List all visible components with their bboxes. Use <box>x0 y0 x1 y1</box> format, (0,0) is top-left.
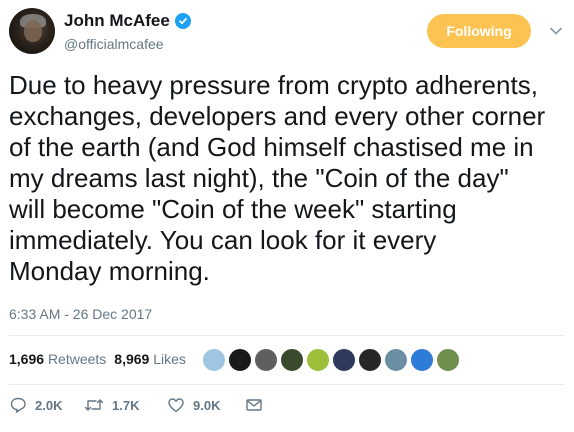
author-name-row[interactable]: John McAfee <box>64 11 191 31</box>
liker-avatar[interactable] <box>280 348 304 372</box>
tweet-text: Due to heavy pressure from crypto adhere… <box>9 70 546 286</box>
chevron-down-icon[interactable] <box>549 24 563 38</box>
direct-message-action[interactable] <box>245 397 263 413</box>
avatar-face <box>24 20 42 42</box>
like-count: 9.0K <box>193 397 221 413</box>
retweets-label: Retweets <box>47 351 107 367</box>
liker-avatar[interactable] <box>436 348 460 372</box>
reply-action[interactable]: 2.0K <box>9 396 84 414</box>
liker-avatar[interactable] <box>332 348 356 372</box>
verified-badge-icon <box>174 13 191 29</box>
heart-icon <box>168 398 184 413</box>
liker-avatar[interactable] <box>254 348 278 372</box>
author-avatar[interactable] <box>9 8 55 54</box>
retweet-icon <box>84 399 104 411</box>
envelope-icon <box>246 399 262 411</box>
tweet-actions: 2.0K 1.7K 9.0K <box>9 396 263 414</box>
divider <box>9 335 565 336</box>
checkmark-icon <box>178 17 187 25</box>
liker-avatar[interactable] <box>306 348 330 372</box>
following-button[interactable]: Following <box>427 14 531 48</box>
like-action[interactable]: 9.0K <box>167 396 245 414</box>
divider <box>9 384 565 385</box>
author-display-name[interactable]: John McAfee <box>64 11 170 31</box>
retweet-action[interactable]: 1.7K <box>84 396 167 414</box>
engagement-stats: 1,696 Retweets 8,969 Likes <box>9 351 186 367</box>
retweets-stat[interactable]: 1,696 Retweets <box>9 351 106 367</box>
liker-avatar[interactable] <box>410 348 434 372</box>
liker-avatar[interactable] <box>384 348 408 372</box>
reply-icon <box>10 397 26 413</box>
likes-label: Likes <box>153 351 186 367</box>
liker-avatar[interactable] <box>202 348 226 372</box>
tweet-timestamp[interactable]: 6:33 AM - 26 Dec 2017 <box>9 306 152 322</box>
likes-stat[interactable]: 8,969 Likes <box>114 351 186 367</box>
liker-avatars <box>202 348 460 372</box>
retweets-count: 1,696 <box>9 351 45 367</box>
liker-avatar[interactable] <box>228 348 252 372</box>
liker-avatar[interactable] <box>358 348 382 372</box>
author-handle[interactable]: @officialmcafee <box>64 36 164 52</box>
likes-count: 8,969 <box>114 351 150 367</box>
reply-count: 2.0K <box>35 397 63 413</box>
retweet-count: 1.7K <box>112 397 140 413</box>
